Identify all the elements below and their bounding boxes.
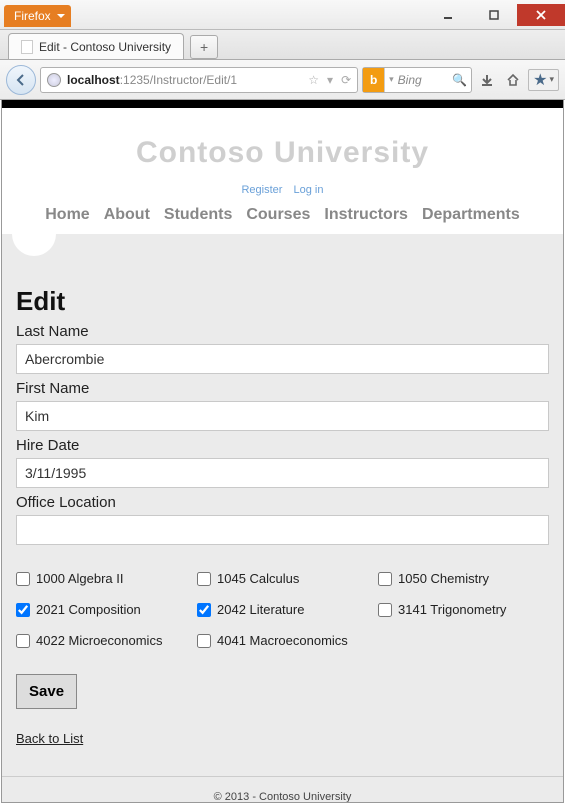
top-nav: Home About Students Courses Instructors … <box>12 206 553 224</box>
home-button[interactable] <box>502 69 524 91</box>
page-viewport: Contoso University Register Log in Home … <box>1 100 564 803</box>
last-name-label: Last Name <box>16 323 549 340</box>
login-link[interactable]: Log in <box>294 184 324 196</box>
window-maximize-button[interactable] <box>471 4 517 26</box>
course-label: 2021 Composition <box>36 602 141 617</box>
page-heading: Edit <box>16 286 549 317</box>
window-close-button[interactable] <box>517 4 565 26</box>
register-link[interactable]: Register <box>241 184 282 196</box>
tab-title: Edit - Contoso University <box>39 40 171 54</box>
nav-instructors[interactable]: Instructors <box>324 206 408 224</box>
address-bar[interactable]: localhost:1235/Instructor/Edit/1 ☆ ▾ ⟳ <box>40 67 358 93</box>
back-to-list-link[interactable]: Back to List <box>16 731 83 746</box>
bing-icon: b <box>363 68 385 92</box>
course-checkbox-item[interactable]: 1045 Calculus <box>197 571 368 586</box>
course-checkbox[interactable] <box>16 634 30 648</box>
downloads-button[interactable] <box>476 69 498 91</box>
save-button[interactable]: Save <box>16 674 77 709</box>
course-label: 1050 Chemistry <box>398 571 489 586</box>
hire-date-label: Hire Date <box>16 437 549 454</box>
page-footer: © 2013 - Contoso University <box>2 776 563 803</box>
last-name-input[interactable] <box>16 344 549 374</box>
star-icon: ★ <box>533 70 547 90</box>
bookmark-star-icon[interactable]: ☆ <box>308 73 319 87</box>
search-placeholder: Bing <box>398 73 449 87</box>
browser-tab[interactable]: Edit - Contoso University <box>8 33 184 59</box>
course-label: 4022 Microeconomics <box>36 633 162 648</box>
course-label: 1000 Algebra II <box>36 571 123 586</box>
page-icon <box>21 40 33 54</box>
course-label: 2042 Literature <box>217 602 304 617</box>
course-checkbox-item[interactable]: 2021 Composition <box>16 602 187 617</box>
firefox-menu-button[interactable]: Firefox <box>4 5 71 27</box>
course-label: 4041 Macroeconomics <box>217 633 348 648</box>
nav-departments[interactable]: Departments <box>422 206 520 224</box>
window-titlebar: Firefox <box>0 0 565 30</box>
course-checkbox-item[interactable]: 4041 Macroeconomics <box>197 633 368 648</box>
window-minimize-button[interactable] <box>425 4 471 26</box>
nav-about[interactable]: About <box>104 206 150 224</box>
course-label: 3141 Trigonometry <box>398 602 506 617</box>
nav-home[interactable]: Home <box>45 206 89 224</box>
nav-students[interactable]: Students <box>164 206 232 224</box>
back-button[interactable] <box>6 65 36 95</box>
first-name-input[interactable] <box>16 401 549 431</box>
course-checkbox-item[interactable]: 1050 Chemistry <box>378 571 549 586</box>
search-dropdown-icon[interactable]: ▾ <box>389 74 394 85</box>
course-checkbox-item[interactable]: 1000 Algebra II <box>16 571 187 586</box>
course-checkbox[interactable] <box>16 603 30 617</box>
search-bar[interactable]: b ▾ Bing 🔍 <box>362 67 472 93</box>
course-checkbox[interactable] <box>378 572 392 586</box>
office-location-label: Office Location <box>16 494 549 511</box>
course-checkbox[interactable] <box>378 603 392 617</box>
top-black-bar <box>2 100 563 108</box>
page-hero: Contoso University Register Log in Home … <box>2 108 563 234</box>
search-icon[interactable]: 🔍 <box>452 73 471 87</box>
new-tab-button[interactable]: + <box>190 35 218 59</box>
site-title: Contoso University <box>12 136 553 170</box>
courses-grid: 1000 Algebra II 1045 Calculus 1050 Chemist… <box>16 571 549 648</box>
course-checkbox-item[interactable]: 3141 Trigonometry <box>378 602 549 617</box>
chevron-down-icon: ▾ <box>549 74 554 85</box>
course-checkbox[interactable] <box>16 572 30 586</box>
hire-date-input[interactable] <box>16 458 549 488</box>
course-checkbox-item[interactable]: 2042 Literature <box>197 602 368 617</box>
globe-icon <box>47 73 61 87</box>
reload-icon[interactable]: ⟳ <box>341 73 351 87</box>
course-label: 1045 Calculus <box>217 571 299 586</box>
course-checkbox[interactable] <box>197 572 211 586</box>
tab-strip: Edit - Contoso University + <box>0 30 565 60</box>
dropdown-icon[interactable]: ▾ <box>327 73 333 87</box>
first-name-label: First Name <box>16 380 549 397</box>
nav-courses[interactable]: Courses <box>246 206 310 224</box>
course-checkbox[interactable] <box>197 603 211 617</box>
course-checkbox[interactable] <box>197 634 211 648</box>
avatar-placeholder <box>12 234 56 256</box>
browser-toolbar: localhost:1235/Instructor/Edit/1 ☆ ▾ ⟳ b… <box>0 60 565 100</box>
bookmarks-menu-button[interactable]: ★ ▾ <box>528 69 559 91</box>
office-location-input[interactable] <box>16 515 549 545</box>
course-checkbox-item[interactable]: 4022 Microeconomics <box>16 633 187 648</box>
url-text: localhost:1235/Instructor/Edit/1 <box>67 73 302 87</box>
page-body: Edit Last Name First Name Hire Date Offi… <box>2 234 563 803</box>
